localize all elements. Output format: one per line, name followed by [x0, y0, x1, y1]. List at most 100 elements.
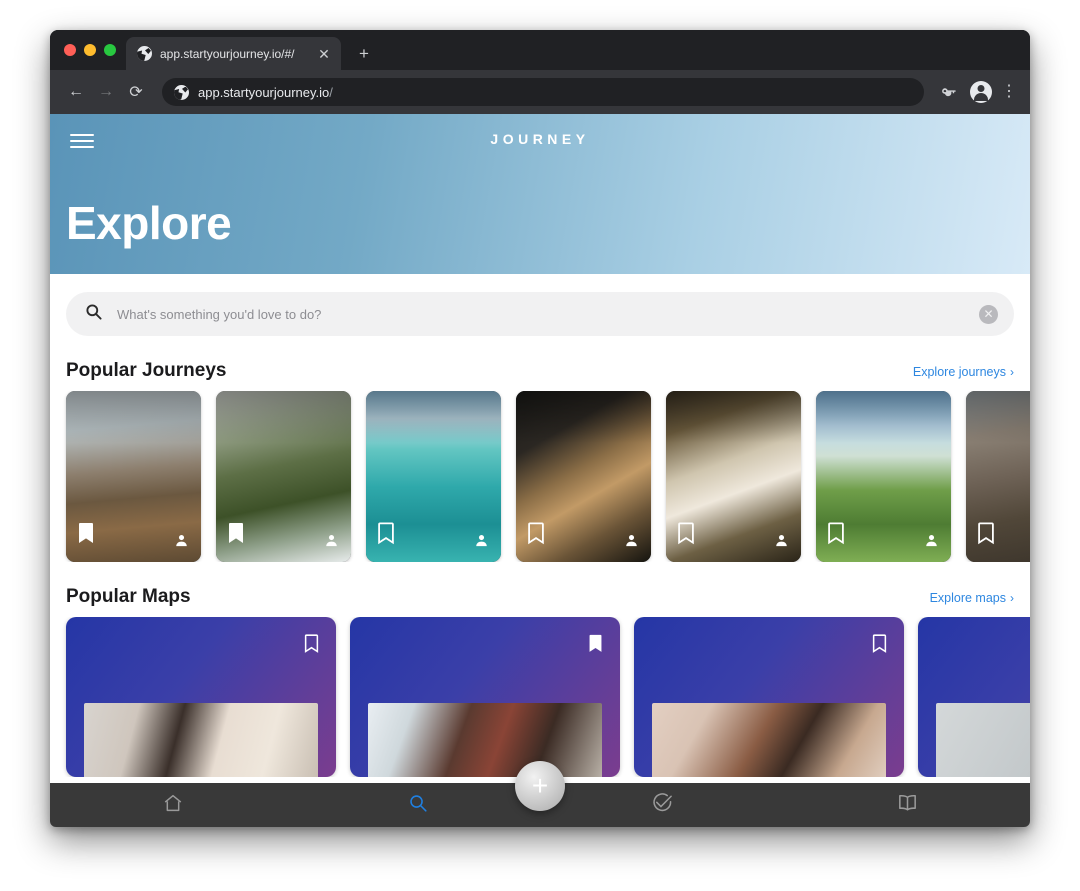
- bookmark-icon[interactable]: [826, 522, 846, 550]
- bottom-navigation-bar: +: [50, 761, 1030, 827]
- check-circle-icon: [651, 791, 674, 819]
- address-host: app.startyourjourney.io: [198, 84, 330, 100]
- bookmark-icon[interactable]: [676, 522, 696, 550]
- address-path: /: [329, 84, 333, 100]
- map-card-title: [368, 631, 577, 659]
- map-card[interactable]: [350, 617, 620, 777]
- map-card-title: [652, 631, 861, 659]
- browser-tab[interactable]: app.startyourjourney.io/#/ ✕: [126, 37, 341, 70]
- clear-search-icon[interactable]: ✕: [979, 304, 998, 324]
- person-icon: [474, 533, 489, 551]
- browser-tab-title: app.startyourjourney.io/#/: [160, 46, 295, 61]
- journey-card-member-count: [924, 533, 942, 551]
- explore-journeys-link[interactable]: Explore journeys ›: [913, 365, 1014, 379]
- map-card-image: [368, 703, 602, 777]
- maximize-window-button[interactable]: [104, 44, 116, 56]
- popular-journeys-header: Popular Journeys Explore journeys ›: [50, 360, 1030, 382]
- page-viewport: JOURNEY Explore ✕ Popular Journeys Explo…: [50, 114, 1030, 827]
- reload-icon[interactable]: ⟳: [122, 78, 150, 106]
- forward-icon[interactable]: →: [92, 78, 120, 106]
- person-icon: [324, 533, 339, 551]
- journey-card[interactable]: [516, 391, 651, 562]
- map-card-header: [918, 617, 1030, 659]
- address-bar[interactable]: app.startyourjourney.io/: [162, 78, 924, 106]
- book-icon: [896, 791, 919, 819]
- chevron-right-icon: ›: [1010, 591, 1014, 605]
- browser-menu-icon[interactable]: ⋮: [1000, 84, 1018, 100]
- add-button[interactable]: +: [515, 761, 565, 811]
- map-card[interactable]: [66, 617, 336, 777]
- bookmark-icon[interactable]: [587, 631, 604, 659]
- journey-card-scrim: [366, 391, 501, 443]
- nav-item-book[interactable]: [785, 783, 1030, 827]
- explore-maps-label: Explore maps: [929, 591, 1006, 605]
- new-tab-button[interactable]: +: [353, 45, 375, 62]
- journey-card[interactable]: [66, 391, 201, 562]
- map-card-image: [652, 703, 886, 777]
- journey-card[interactable]: [666, 391, 801, 562]
- person-icon: [924, 533, 939, 551]
- section-title: Popular Maps: [66, 586, 191, 607]
- close-window-button[interactable]: [64, 44, 76, 56]
- bookmark-icon[interactable]: [871, 631, 888, 659]
- page-title: Explore: [66, 197, 232, 249]
- back-icon[interactable]: ←: [62, 78, 90, 106]
- close-icon[interactable]: ✕: [315, 47, 333, 61]
- journey-card-scrim: [666, 391, 801, 443]
- journey-card-member-count: [624, 533, 642, 551]
- nav-item-search[interactable]: [295, 783, 540, 827]
- bookmark-icon[interactable]: [226, 522, 246, 550]
- journey-card-scrim: [516, 391, 651, 443]
- map-card[interactable]: [634, 617, 904, 777]
- search-bar[interactable]: ✕: [66, 292, 1014, 336]
- bookmark-icon[interactable]: [976, 522, 996, 550]
- map-card-title: [936, 631, 1030, 659]
- journey-card-member-count: [174, 533, 192, 551]
- bookmark-icon[interactable]: [303, 631, 320, 659]
- popular-maps-header: Popular Maps Explore maps ›: [50, 586, 1030, 608]
- journey-card[interactable]: [966, 391, 1030, 562]
- nav-item-home[interactable]: [50, 783, 295, 827]
- nav-item-check-circle[interactable]: [540, 783, 785, 827]
- person-icon: [174, 533, 189, 551]
- popular-journeys-row[interactable]: [50, 391, 1030, 562]
- minimize-window-button[interactable]: [84, 44, 96, 56]
- journey-card-member-count: [474, 533, 492, 551]
- journey-card-scrim: [966, 391, 1030, 443]
- journey-card[interactable]: [816, 391, 951, 562]
- address-bar-url: app.startyourjourney.io/: [198, 85, 333, 100]
- brand-logo: JOURNEY: [490, 131, 590, 147]
- search-icon: [407, 792, 429, 819]
- globe-icon: [174, 84, 189, 100]
- map-card-image: [84, 703, 318, 777]
- browser-window: app.startyourjourney.io/#/ ✕ + ← → ⟳ app…: [50, 30, 1030, 827]
- explore-maps-link[interactable]: Explore maps ›: [930, 591, 1014, 605]
- map-card-header: [66, 617, 336, 659]
- journey-card-scrim: [216, 391, 351, 443]
- browser-toolbar: ← → ⟳ app.startyourjourney.io/ ⋮: [50, 70, 1030, 114]
- bookmark-icon[interactable]: [526, 522, 546, 550]
- map-card[interactable]: [918, 617, 1030, 777]
- key-icon[interactable]: [934, 78, 962, 106]
- search-icon: [84, 302, 103, 326]
- journey-card[interactable]: [216, 391, 351, 562]
- map-card-title: [84, 631, 293, 659]
- app-header: JOURNEY Explore: [50, 114, 1030, 274]
- journey-card-scrim: [66, 391, 201, 443]
- bookmark-icon[interactable]: [376, 522, 396, 550]
- browser-tab-strip: app.startyourjourney.io/#/ ✕ +: [50, 30, 1030, 70]
- journey-card[interactable]: [366, 391, 501, 562]
- bookmark-icon[interactable]: [76, 522, 96, 550]
- popular-maps-row[interactable]: [50, 617, 1030, 777]
- map-card-header: [634, 617, 904, 659]
- journey-card-member-count: [324, 533, 342, 551]
- section-title: Popular Journeys: [66, 360, 227, 381]
- search-area: ✕: [50, 274, 1030, 336]
- journey-card-scrim: [816, 391, 951, 443]
- home-icon: [162, 792, 184, 819]
- journey-card-member-count: [774, 533, 792, 551]
- search-input[interactable]: [117, 306, 965, 322]
- map-card-image: [936, 703, 1030, 777]
- profile-avatar[interactable]: [970, 81, 992, 103]
- map-card-header: [350, 617, 620, 659]
